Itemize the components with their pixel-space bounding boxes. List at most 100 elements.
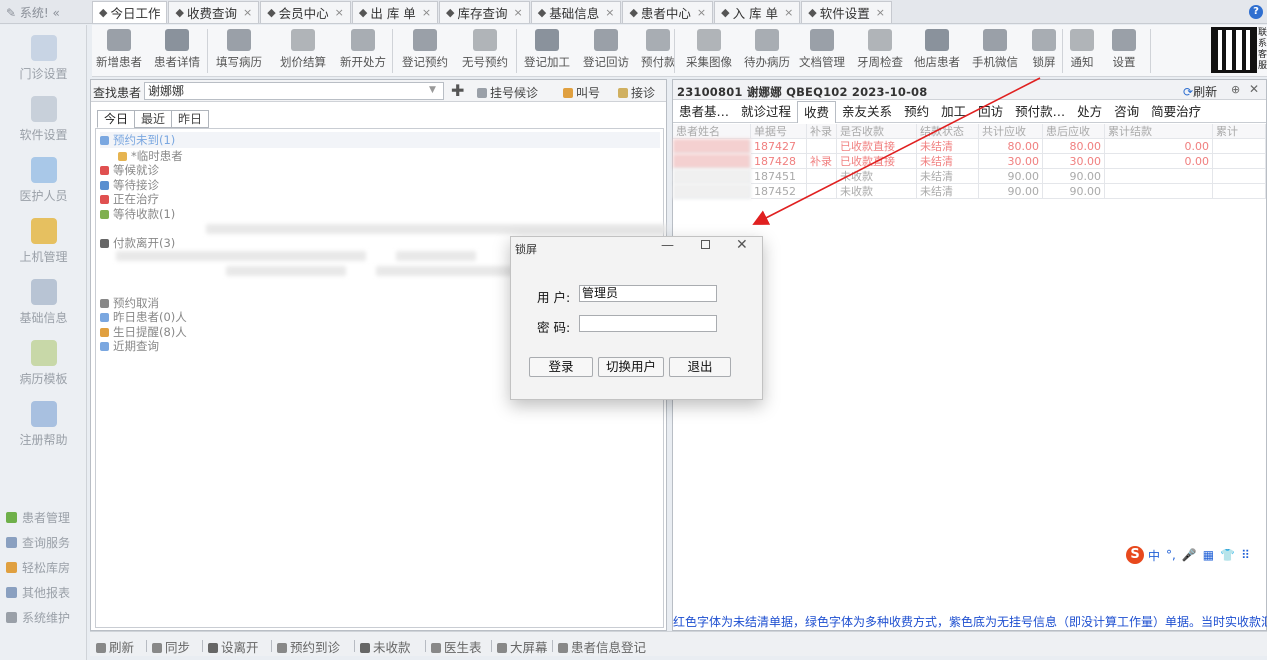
tab-2[interactable]: ◆ 会员中心 × [260,1,351,23]
help-icon[interactable]: ? [1249,5,1263,19]
sogou-logo-icon[interactable]: S [1126,546,1144,564]
sidebar-bottom-1[interactable]: 查询服务 [6,534,70,551]
status-button-2[interactable]: 设离开 [208,637,259,656]
close-icon[interactable]: ✕ [1249,82,1259,96]
detail-tab-4[interactable]: 预约 [898,101,935,123]
detail-tab-6[interactable]: 回访 [972,101,1009,123]
tab-close-icon[interactable]: × [876,6,885,19]
tab-0[interactable]: ◆ 今日工作 [92,1,168,23]
detail-tab-3[interactable]: 亲友关系 [836,101,898,123]
grid-header-cell[interactable]: 累计结款 [1105,124,1213,139]
table-row[interactable]: 187452 未收款 未结清 90.00 90.00 [673,184,1266,199]
status-button-3[interactable]: 预约到诊 [277,637,340,656]
sidebar-item-4[interactable]: 基础信息 [0,279,87,326]
queue-button-2[interactable]: 接诊 [618,84,655,101]
toolbar-button-15[interactable]: 手机微信 [972,25,1018,70]
toolbar-button-4[interactable]: 新开处方 [340,25,386,70]
table-row[interactable]: 187427 已收款直接 未结清 80.00 80.00 0.00 [673,139,1266,154]
tree-node-4[interactable]: 正在治疗 [100,191,159,207]
day-tab-1[interactable]: 最近 [134,110,173,128]
status-button-6[interactable]: 大屏幕 [497,637,548,656]
toolbar-button-18[interactable]: 设置 [1112,25,1136,70]
table-row[interactable]: 187451 未收款 未结清 90.00 90.00 [673,169,1266,184]
toolbar-button-13[interactable]: 牙周检查 [857,25,903,70]
toolbar-button-2[interactable]: 填写病历 [216,25,262,70]
detail-tab-10[interactable]: 简要治疗 [1145,101,1207,123]
tab-8[interactable]: ◆ 软件设置 × [801,1,892,23]
sidebar-bottom-0[interactable]: 患者管理 [6,509,70,526]
status-button-0[interactable]: 刷新 [96,637,134,656]
table-row[interactable]: 187428 补录 已收款直接 未结清 30.00 30.00 0.00 [673,154,1266,169]
exit-button[interactable]: 退出 [669,357,731,377]
grid-header-cell[interactable]: 单据号 [751,124,807,139]
sidebar-bottom-4[interactable]: 系统维护 [6,609,70,626]
detail-tab-8[interactable]: 处方 [1071,101,1108,123]
status-button-7[interactable]: 患者信息登记 [558,637,646,656]
tree-node-10[interactable]: 近期查询 [100,338,159,354]
tab-4[interactable]: ◆ 库存查询 × [439,1,530,23]
tab-close-icon[interactable]: × [243,6,252,19]
detail-tab-7[interactable]: 预付款… [1009,101,1071,123]
day-tab-0[interactable]: 今日 [97,110,136,128]
grid-header-cell[interactable]: 累计 [1213,124,1266,139]
grid-header-cell[interactable]: 共计应收 [979,124,1043,139]
login-button[interactable]: 登录 [529,357,593,377]
detail-tab-5[interactable]: 加工 [935,101,972,123]
sidebar-bottom-3[interactable]: 其他报表 [6,584,70,601]
status-button-5[interactable]: 医生表 [431,637,482,656]
system-menu[interactable]: ✎ 系统! « [6,4,60,21]
toolbar-button-3[interactable]: 划价结算 [280,25,326,70]
ime-item-4[interactable]: 👕 [1220,548,1235,562]
detail-tab-0[interactable]: 患者基… [673,101,735,123]
sidebar-item-3[interactable]: 上机管理 [0,218,87,265]
sidebar-item-2[interactable]: 医护人员 [0,157,87,204]
user-field[interactable]: 管理员 [579,285,717,302]
refresh-button[interactable]: ⟳刷新 [1183,83,1217,100]
toolbar-button-1[interactable]: 患者详情 [154,25,200,70]
chevron-down-icon[interactable]: ▼ [429,85,436,95]
toolbar-button-0[interactable]: 新增患者 [96,25,142,70]
tree-node-8[interactable]: 昨日患者(0)人 [100,309,187,325]
tab-7[interactable]: ◆ 入 库 单 × [714,1,801,23]
tab-1[interactable]: ◆ 收费查询 × [168,1,260,23]
status-button-1[interactable]: 同步 [152,637,190,656]
tab-5[interactable]: ◆ 基础信息 × [530,1,622,23]
queue-button-0[interactable]: 挂号候诊 [477,84,538,101]
ime-item-2[interactable]: 🎤 [1182,548,1197,562]
day-tab-2[interactable]: 昨日 [171,110,210,128]
minimize-icon[interactable]: — [661,238,674,253]
tree-node-0[interactable]: 预约未到(1) [100,132,660,148]
grid-header-cell[interactable]: 结款状态 [917,124,979,139]
toolbar-button-10[interactable]: 采集图像 [686,25,732,70]
detail-tab-1[interactable]: 就诊过程 [735,101,797,123]
queue-button-1[interactable]: 叫号 [563,84,600,101]
sidebar-bottom-2[interactable]: 轻松库房 [6,559,70,576]
tab-close-icon[interactable]: × [335,6,344,19]
tab-close-icon[interactable]: × [514,6,523,19]
toolbar-button-6[interactable]: 无号预约 [462,25,508,70]
grid-header-cell[interactable]: 患者姓名 [673,124,751,139]
toolbar-button-17[interactable]: 通知 [1070,25,1094,70]
tree-node-2[interactable]: 等候就诊 [100,162,159,178]
ime-item-1[interactable]: °, [1166,548,1176,562]
tab-6[interactable]: ◆ 患者中心 × [622,1,714,23]
grid-header-cell[interactable]: 是否收款 [837,124,917,139]
ime-item-5[interactable]: ⠿ [1241,548,1250,562]
sidebar-item-5[interactable]: 病历模板 [0,340,87,387]
switch-user-button[interactable]: 切换用户 [598,357,664,377]
tree-node-5[interactable]: 等待收款(1) [100,206,175,222]
tree-node-6[interactable]: 付款离开(3) [100,235,175,251]
toolbar-button-8[interactable]: 登记回访 [583,25,629,70]
search-input[interactable]: 谢娜娜 [144,82,444,100]
toolbar-button-11[interactable]: 待办病历 [744,25,790,70]
pin-icon[interactable]: ⊕ [1231,83,1240,96]
tab-close-icon[interactable]: × [784,6,793,19]
add-icon[interactable]: ✚ [451,81,464,100]
detail-tab-9[interactable]: 咨询 [1108,101,1145,123]
ime-item-0[interactable]: 中 [1148,547,1160,564]
toolbar-button-12[interactable]: 文档管理 [799,25,845,70]
tab-3[interactable]: ◆ 出 库 单 × [351,1,439,23]
tab-close-icon[interactable]: × [697,6,706,19]
sidebar-item-1[interactable]: 软件设置 [0,96,87,143]
grid-header-cell[interactable]: 补录 [807,124,837,139]
